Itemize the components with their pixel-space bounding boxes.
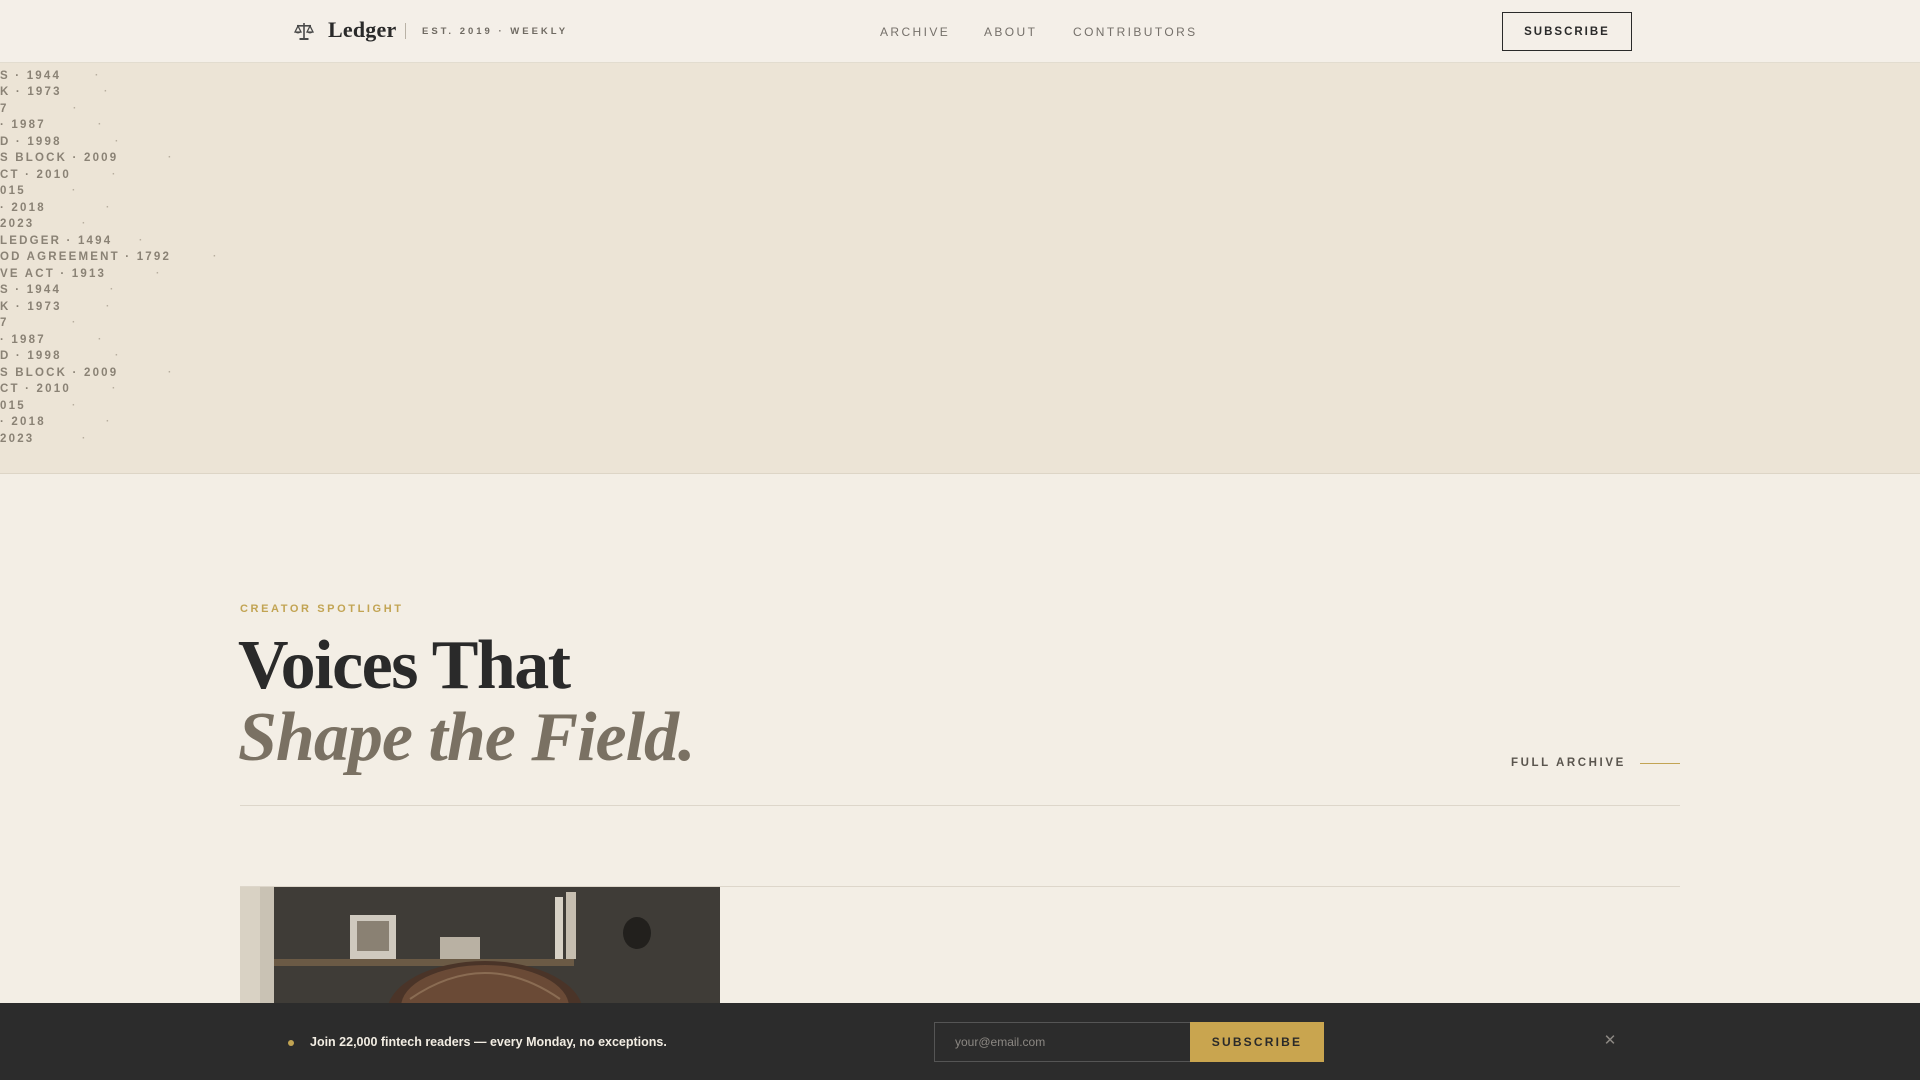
ticker-entry: D · 1998 (0, 350, 62, 362)
header-subscribe-button[interactable]: SUBSCRIBE (1502, 12, 1632, 51)
ticker-dot: · (168, 366, 174, 378)
ticker-line: K · 1973 · (0, 86, 260, 103)
ticker-dot: · (106, 416, 112, 427)
ticker-line: · 2018 · (0, 416, 260, 433)
section-headline-secondary: Shape the Field. (238, 699, 696, 776)
ticker-line: · 2018 · (0, 202, 260, 219)
ticker-entry: LEDGER · 1494 (0, 234, 113, 247)
ticker-entry: 7 (0, 317, 9, 329)
ticker-entry: 7 (0, 102, 9, 115)
ticker-entry: CT · 2010 (0, 168, 71, 181)
ticker-dot: · (72, 185, 78, 196)
nav-about[interactable]: ABOUT (984, 25, 1037, 39)
ticker-line: D · 1998 · (0, 350, 260, 367)
newsletter-subscribe-button[interactable]: SUBSCRIBE (1190, 1022, 1324, 1062)
ticker-dot: · (104, 86, 110, 97)
ticker-dot: · (213, 251, 219, 262)
ticker-entry: 2023 (0, 218, 35, 230)
ticker-dot: · (82, 218, 88, 229)
status-dot-icon (288, 1040, 294, 1046)
ticker-dot: · (106, 201, 112, 213)
ticker-line: 7 · (0, 103, 260, 120)
ticker-dot: · (112, 383, 118, 394)
ticker-entry: D · 1998 (0, 135, 62, 148)
section-divider (240, 805, 1680, 806)
creator-photo-illustration (240, 887, 720, 1007)
ticker-line: 2023 · (0, 218, 260, 235)
ticker-entry: 015 (0, 399, 26, 412)
ticker-dot: · (115, 350, 121, 361)
email-field[interactable] (934, 1022, 1191, 1062)
ticker-entry: · 2018 (0, 416, 46, 428)
newsletter-message: Join 22,000 fintech readers — every Mond… (310, 1035, 667, 1049)
ticker-dot: · (106, 300, 112, 312)
ticker-entry: S BLOCK · 2009 (0, 366, 119, 379)
ticker-dot: · (72, 399, 78, 411)
ticker-dot: · (95, 69, 101, 81)
section-eyebrow: CREATOR SPOTLIGHT (240, 603, 404, 615)
ticker-line: OD AGREEMENT · 1792 · (0, 251, 260, 268)
ticker-entry: · 1987 (0, 119, 46, 131)
ticker-line: 015 · (0, 400, 260, 417)
ticker-line: S BLOCK · 2009 · (0, 367, 260, 384)
ticker-line: 015 · (0, 185, 260, 202)
ticker-entry: · 1987 (0, 333, 46, 346)
ticker-dot: · (139, 234, 145, 246)
ticker-line: K · 1973 · (0, 301, 260, 318)
ticker-line: LEDGER · 1494 · (0, 235, 260, 252)
ticker-line: CT · 2010 · (0, 383, 260, 400)
ticker-dot: · (168, 152, 174, 163)
ticker-line: S BLOCK · 2009 · (0, 152, 260, 169)
ticker-entry: 2023 (0, 432, 35, 445)
site-header: Ledger EST. 2019 · WEEKLY ARCHIVE ABOUT … (0, 0, 1920, 63)
ticker-dot: · (115, 135, 121, 147)
creator-photo[interactable] (240, 887, 720, 1007)
ticker-entry: S · 1944 (0, 284, 62, 296)
newsletter-bar: Join 22,000 fintech readers — every Mond… (0, 1003, 1920, 1080)
timeline-ticker: VE ACT · 1913·S · 1944·K · 1973·7·· 1987… (0, 63, 260, 449)
ticker-dot: · (72, 317, 78, 328)
ticker-line: · 1987 · (0, 119, 260, 136)
full-archive-underline (1640, 763, 1680, 764)
ticker-entry: · 2018 (0, 201, 46, 214)
ticker-entry: S BLOCK · 2009 (0, 152, 119, 164)
ticker-line: 2023 · (0, 433, 260, 450)
ticker-entry: VE ACT · 1913 (0, 63, 106, 65)
ticker-line: VE ACT · 1913 · (0, 268, 260, 285)
ticker-dot: · (110, 284, 116, 295)
section-headline-primary: Voices That (238, 627, 571, 704)
ticker-entry: K · 1973 (0, 300, 62, 313)
ticker-dot: · (98, 119, 104, 130)
ticker-entry: 015 (0, 185, 26, 197)
full-archive-link[interactable]: FULL ARCHIVE (1511, 757, 1626, 769)
ticker-line: · 1987 · (0, 334, 260, 351)
nav-contributors[interactable]: CONTRIBUTORS (1073, 25, 1198, 39)
ticker-dot: · (98, 333, 104, 345)
nav-archive[interactable]: ARCHIVE (880, 25, 950, 39)
ticker-dot: · (73, 102, 79, 114)
ticker-line: CT · 2010 · (0, 169, 260, 186)
ticker-line: D · 1998 · (0, 136, 260, 153)
ticker-dot: · (108, 63, 114, 64)
ticker-line: S · 1944 · (0, 70, 260, 87)
hero-band: VE ACT · 1913·S · 1944·K · 1973·7·· 1987… (0, 63, 1920, 474)
ticker-line: 7 · (0, 317, 260, 334)
ticker-line: S · 1944 · (0, 284, 260, 301)
ticker-entry: CT · 2010 (0, 383, 71, 395)
ticker-entry: OD AGREEMENT · 1792 (0, 251, 172, 263)
ticker-entry: S · 1944 (0, 69, 62, 82)
close-icon[interactable]: ✕ (1603, 1033, 1617, 1049)
ticker-dot: · (82, 432, 88, 444)
ticker-entry: VE ACT · 1913 (0, 267, 107, 280)
main-nav: ARCHIVE ABOUT CONTRIBUTORS (0, 25, 1920, 41)
ticker-dot: · (112, 168, 118, 180)
ticker-entry: K · 1973 (0, 86, 62, 98)
ticker-dot: · (156, 267, 162, 279)
